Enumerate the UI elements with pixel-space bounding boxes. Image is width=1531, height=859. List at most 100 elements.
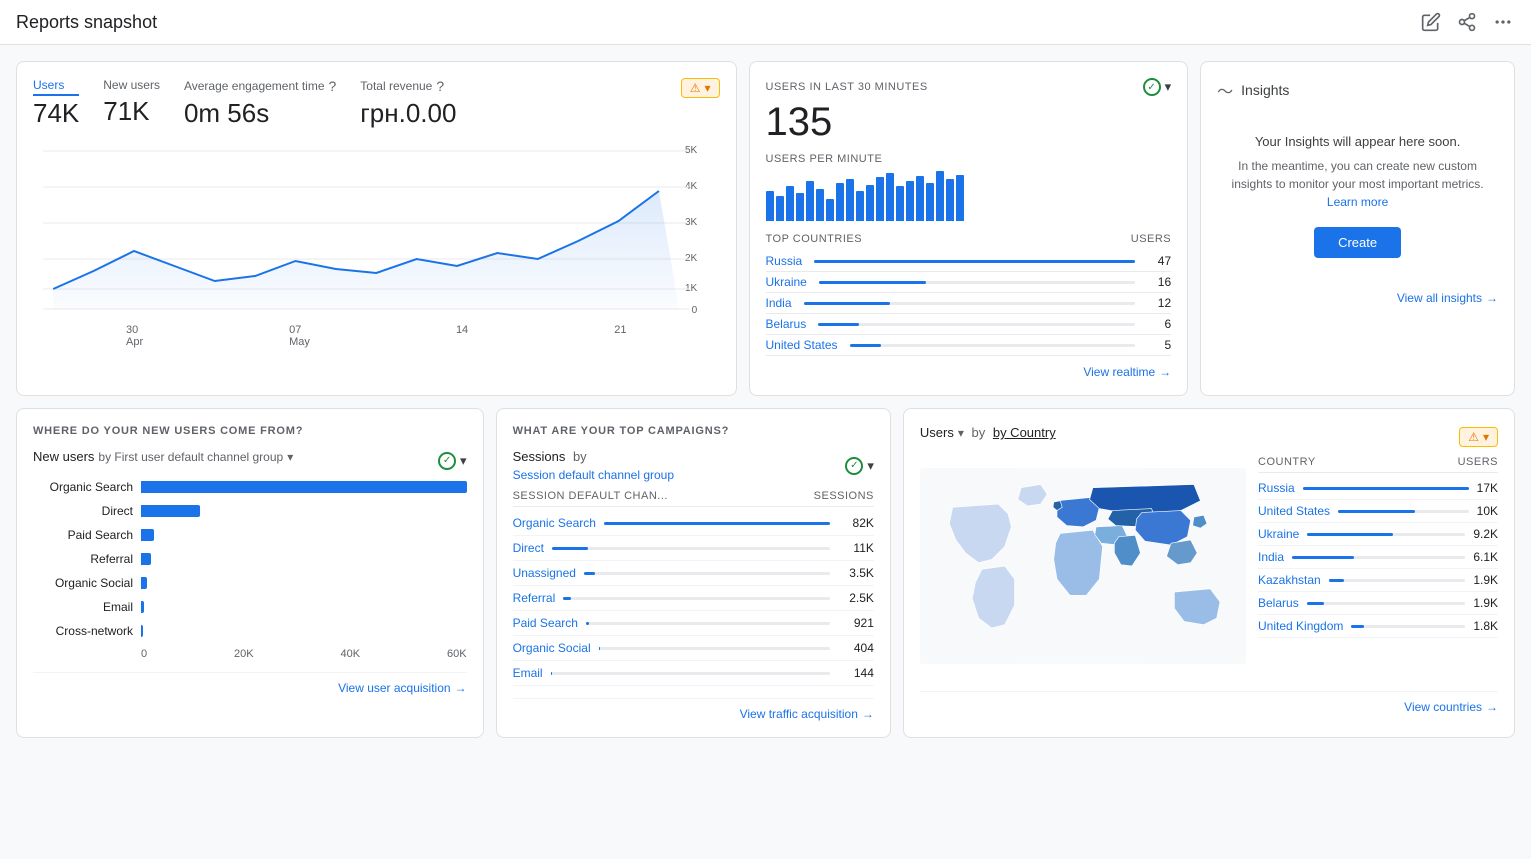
acquisition-header-row: New users by First user default channel …: [33, 449, 467, 472]
revenue-label[interactable]: Total revenue ?: [360, 78, 456, 96]
row1: Users 74K New users 71K Average engageme…: [16, 61, 1515, 396]
country-belarus[interactable]: Belarus: [766, 317, 807, 331]
geo-country-india[interactable]: India: [1258, 550, 1284, 564]
x-label-14: 14: [456, 324, 468, 348]
arrow-right-icon: →: [1159, 365, 1171, 379]
geo-warning-badge[interactable]: ⚠ ▾: [1459, 427, 1498, 447]
view-countries-link[interactable]: View countries →: [1404, 700, 1498, 714]
filter-badge[interactable]: ⚠ ▾: [681, 78, 720, 98]
engagement-label[interactable]: Average engagement time ?: [184, 78, 336, 96]
realtime-status[interactable]: ✓ ▾: [1143, 78, 1172, 96]
view-acquisition-link[interactable]: View user acquisition →: [338, 681, 467, 695]
session-channel-email[interactable]: Email: [513, 666, 543, 680]
view-all-insights-link[interactable]: View all insights →: [1397, 291, 1498, 305]
arrow-right-icon-insights: →: [1486, 291, 1498, 305]
users-label[interactable]: Users: [33, 78, 79, 96]
hbar-track-social: [141, 577, 467, 589]
geo-country-russia[interactable]: Russia: [1258, 481, 1295, 495]
session-channel-direct[interactable]: Direct: [513, 541, 544, 555]
arrow-right-campaigns: →: [862, 707, 874, 721]
world-map-svg: [920, 456, 1246, 676]
view-realtime-link[interactable]: View realtime →: [1083, 365, 1171, 379]
acquisition-footer: View user acquisition →: [33, 672, 467, 695]
session-bar-email-wrap: [551, 672, 830, 675]
insights-card: 〜 Insights Your Insights will appear her…: [1200, 61, 1515, 396]
geo-country-uk[interactable]: United Kingdom: [1258, 619, 1343, 633]
sessions-label[interactable]: Sessions: [513, 449, 566, 464]
geo-val-kazakhstan: 1.9K: [1473, 573, 1498, 587]
per-minute-chart: [766, 171, 1172, 221]
hbar-track-paid: [141, 529, 467, 541]
country-ukraine[interactable]: Ukraine: [766, 275, 807, 289]
main-content: Users 74K New users 71K Average engageme…: [0, 45, 1531, 754]
geo-header-row: Users ▾ by by Country ⚠ ▾: [920, 425, 1498, 448]
geo-card: Users ▾ by by Country ⚠ ▾: [903, 408, 1515, 738]
more-icon[interactable]: [1491, 10, 1515, 34]
bar-8: [836, 183, 844, 221]
geo-row-kazakhstan: Kazakhstan 1.9K: [1258, 569, 1498, 592]
country-india[interactable]: India: [766, 296, 792, 310]
check-circle-icon: ✓: [1143, 78, 1161, 96]
session-channel-referral[interactable]: Referral: [513, 591, 556, 605]
view-campaigns-link[interactable]: View traffic acquisition →: [740, 707, 874, 721]
revenue-value: грн.0.00: [360, 98, 456, 129]
hbar-track-direct: [141, 505, 467, 517]
session-bar-direct-wrap: [552, 547, 830, 550]
edit-icon[interactable]: [1419, 10, 1443, 34]
geo-country-us[interactable]: United States: [1258, 504, 1330, 518]
country-row-belarus: Belarus 6: [766, 314, 1172, 335]
hbar-label-email: Email: [33, 600, 133, 614]
new-users-label[interactable]: New users: [103, 78, 160, 94]
share-icon[interactable]: [1455, 10, 1479, 34]
session-channel-unassigned[interactable]: Unassigned: [513, 566, 576, 580]
row2: WHERE DO YOUR NEW USERS COME FROM? New u…: [16, 408, 1515, 738]
hbar-track-email: [141, 601, 467, 613]
acquisition-filter[interactable]: ✓ ▾: [438, 452, 467, 470]
geo-row-uk: United Kingdom 1.8K: [1258, 615, 1498, 638]
geo-country-belarus[interactable]: Belarus: [1258, 596, 1299, 610]
geo-country-ukraine[interactable]: Ukraine: [1258, 527, 1299, 541]
x-label-21: 21: [614, 324, 626, 348]
revenue-help-icon[interactable]: ?: [436, 78, 444, 94]
insights-text: In the meantime, you can create new cust…: [1225, 157, 1490, 211]
geo-country-kazakhstan[interactable]: Kazakhstan: [1258, 573, 1321, 587]
engagement-help-icon[interactable]: ?: [329, 78, 337, 94]
hbar-organic-search: Organic Search: [33, 480, 467, 494]
sessions-header: Sessions by: [513, 449, 674, 464]
hbar-social: Organic Social: [33, 576, 467, 590]
geo-subtitle[interactable]: Users ▾ by by Country: [920, 425, 1056, 440]
campaigns-footer: View traffic acquisition →: [513, 698, 874, 721]
bar-1: [766, 191, 774, 221]
country-russia[interactable]: Russia: [766, 254, 803, 268]
bar-13: [886, 173, 894, 221]
campaigns-filter[interactable]: ✓ ▾: [845, 457, 874, 475]
session-channel-group-label[interactable]: Session default channel group: [513, 468, 674, 482]
arrow-right-acquisition: →: [455, 681, 467, 695]
session-col2: SESSIONS: [814, 490, 874, 502]
line-chart: 5K 4K 3K 2K 1K 0: [33, 141, 720, 321]
countries-table: Russia 47 Ukraine 16 India 12 Belarus: [766, 251, 1172, 356]
create-button[interactable]: Create: [1314, 227, 1401, 258]
country-bar-belarus-wrap: [818, 323, 1135, 326]
session-bar-paid-wrap: [586, 622, 830, 625]
session-channel-paid[interactable]: Paid Search: [513, 616, 578, 630]
country-bar-russia: [814, 260, 1135, 263]
learn-more-link[interactable]: Learn more: [1327, 195, 1388, 209]
acquisition-subtitle[interactable]: New users by First user default channel …: [33, 449, 293, 464]
countries-header: TOP COUNTRIES USERS: [766, 233, 1172, 245]
new-users-value: 71K: [103, 96, 160, 127]
bar-7: [826, 199, 834, 221]
country-us[interactable]: United States: [766, 338, 838, 352]
geo-col1: COUNTRY: [1258, 456, 1316, 468]
geo-row-russia: Russia 17K: [1258, 477, 1498, 500]
hbar-email: Email: [33, 600, 467, 614]
axis-60k: 60K: [447, 648, 467, 660]
session-channel-organic[interactable]: Organic Search: [513, 516, 596, 530]
geo-val-belarus: 1.9K: [1473, 596, 1498, 610]
metric-engagement: Average engagement time ? 0m 56s: [184, 78, 336, 129]
session-channel-social[interactable]: Organic Social: [513, 641, 591, 655]
geo-val-russia: 17K: [1477, 481, 1498, 495]
campaigns-filter-arrow: ▾: [867, 458, 874, 474]
countries-col-label: TOP COUNTRIES: [766, 233, 863, 245]
country-row-russia: Russia 47: [766, 251, 1172, 272]
